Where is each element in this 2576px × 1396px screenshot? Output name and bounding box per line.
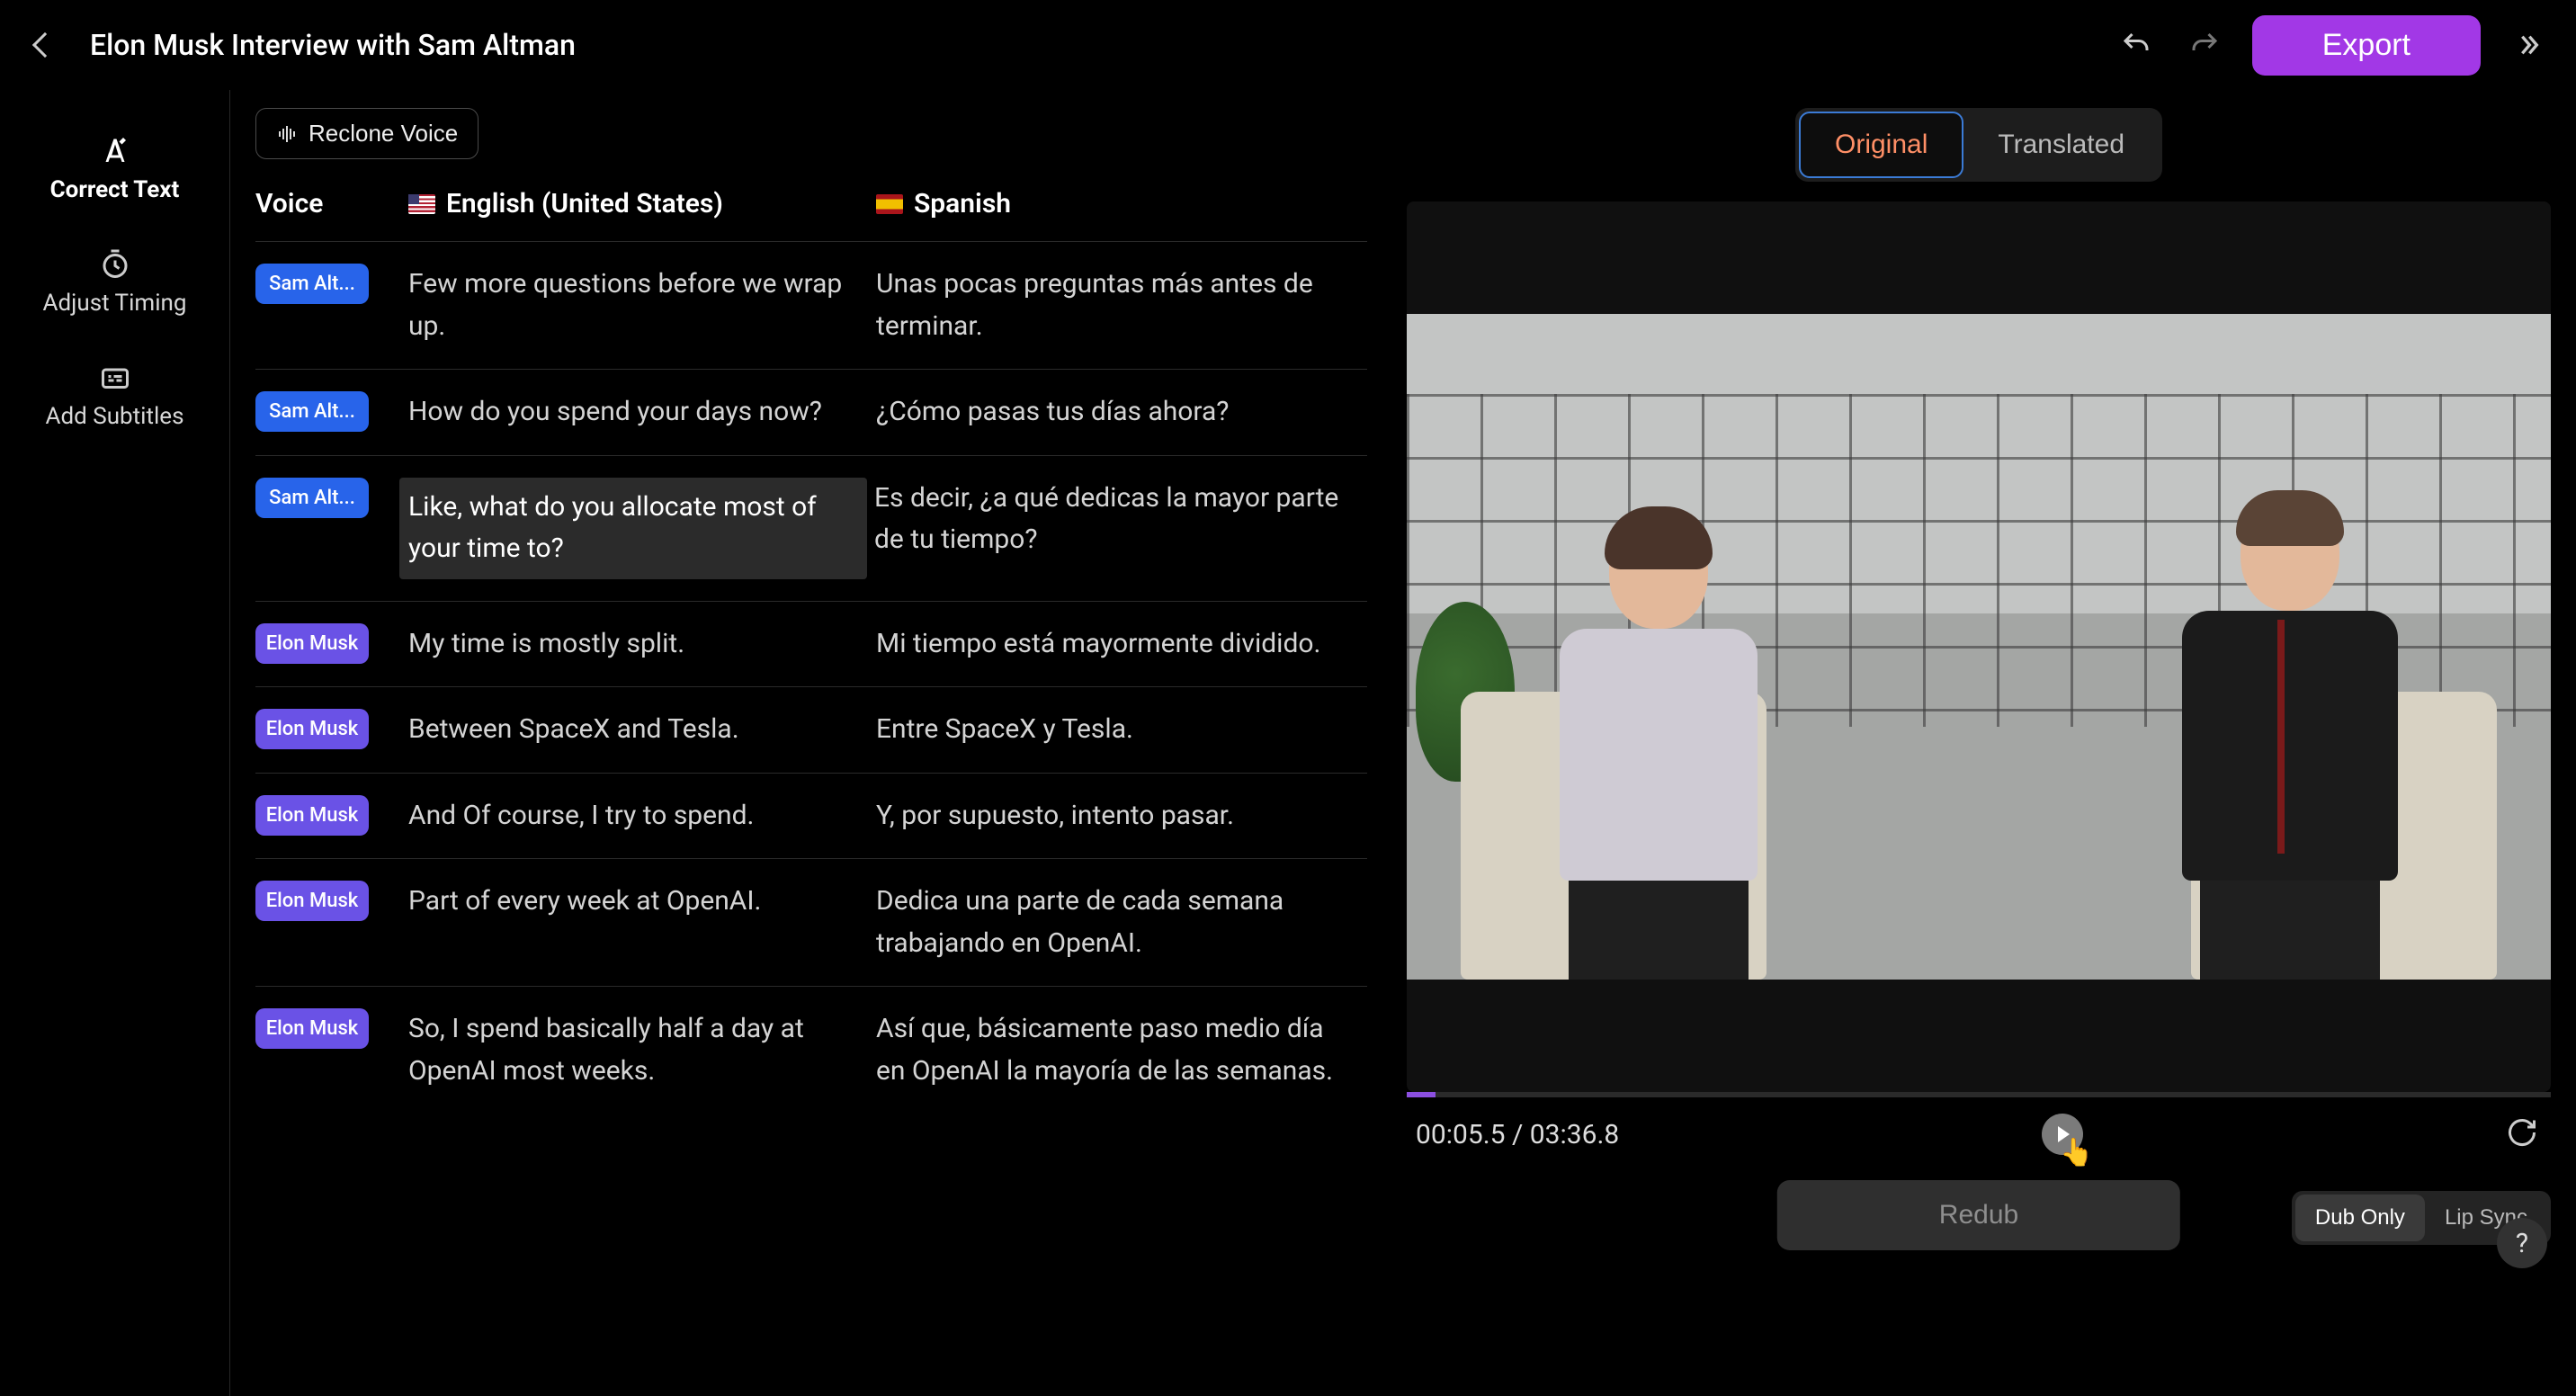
total-duration: 03:36.8 [1530, 1119, 1619, 1150]
source-text[interactable]: And Of course, I try to spend. [408, 795, 876, 837]
redo-icon [2188, 29, 2221, 61]
column-voice: Voice [255, 188, 408, 219]
tab-translated[interactable]: Translated [1963, 112, 2159, 178]
speaker-badge[interactable]: Elon Musk [255, 709, 369, 749]
transcript-row[interactable]: Sam Alt... How do you spend your days now… [255, 369, 1367, 455]
video-frame-content [1407, 314, 2551, 980]
time-separator: / [1512, 1119, 1530, 1150]
source-lang-label: English (United States) [446, 188, 723, 219]
source-text[interactable]: Between SpaceX and Tesla. [408, 709, 876, 751]
source-text[interactable]: Part of every week at OpenAI. [408, 881, 876, 923]
transcript-row[interactable]: Elon Musk Between SpaceX and Tesla.Entre … [255, 686, 1367, 773]
chevron-left-icon [32, 32, 58, 58]
video-player[interactable] [1407, 201, 2551, 1092]
speaker-badge[interactable]: Elon Musk [255, 623, 369, 664]
loop-button[interactable] [2506, 1116, 2542, 1152]
source-text[interactable]: My time is mostly split. [408, 623, 876, 666]
text-edit-icon [97, 133, 133, 169]
target-text[interactable]: Entre SpaceX y Tesla. [876, 709, 1367, 751]
target-lang-label: Spanish [914, 188, 1011, 219]
waveform-icon [276, 123, 298, 145]
transcript-header: Voice English (United States) Spanish [255, 175, 1382, 241]
back-button[interactable] [27, 27, 63, 63]
subtitles-icon [97, 360, 133, 396]
play-button[interactable] [2042, 1114, 2083, 1155]
transcript-row[interactable]: Elon Musk My time is mostly split.Mi tiem… [255, 601, 1367, 687]
time-display: 00:05.5 / 03:36.8 [1416, 1119, 1619, 1150]
export-button[interactable]: Export [2252, 15, 2481, 76]
redub-button[interactable]: Redub [1777, 1180, 2180, 1250]
target-text[interactable]: Unas pocas preguntas más antes de termin… [876, 264, 1367, 347]
progress-bar[interactable] [1407, 1092, 2551, 1097]
project-title: Elon Musk Interview with Sam Altman [90, 28, 576, 62]
reclone-label: Reclone Voice [309, 120, 458, 148]
source-text[interactable]: Few more questions before we wrap up. [408, 264, 876, 347]
sidebar-label: Correct Text [50, 176, 180, 203]
preview-tabs: Original Translated [1795, 108, 2162, 182]
transcript-panel: Reclone Voice Voice English (United Stat… [230, 90, 1382, 1396]
target-text[interactable]: Dedica una parte de cada semana trabajan… [876, 881, 1367, 964]
flag-us-icon [408, 194, 435, 214]
player-controls: 00:05.5 / 03:36.8 👆 [1407, 1097, 2551, 1171]
undo-icon [2120, 29, 2152, 61]
sidebar-label: Adjust Timing [43, 290, 187, 317]
source-text[interactable]: How do you spend your days now? [408, 391, 876, 434]
speaker-badge[interactable]: Elon Musk [255, 795, 369, 836]
mode-dub-only[interactable]: Dub Only [2295, 1195, 2425, 1241]
current-time: 00:05.5 [1416, 1119, 1505, 1150]
flag-es-icon [876, 194, 903, 214]
transcript-row[interactable]: Sam Alt... Few more questions before we w… [255, 241, 1367, 369]
source-text[interactable]: So, I spend basically half a day at Open… [408, 1008, 876, 1092]
sidebar-item-add-subtitles[interactable]: Add Subtitles [0, 338, 229, 452]
double-chevron-right-icon [2514, 31, 2543, 59]
speaker-badge[interactable]: Sam Alt... [255, 264, 369, 304]
loop-icon [2506, 1116, 2538, 1149]
target-text[interactable]: Así que, básicamente paso medio día en O… [876, 1008, 1367, 1092]
speaker-badge[interactable]: Sam Alt... [255, 391, 369, 432]
transcript-row[interactable]: Elon Musk And Of course, I try to spend.Y… [255, 773, 1367, 859]
undo-button[interactable] [2115, 24, 2157, 66]
transcript-row[interactable]: Elon Musk So, I spend basically half a da… [255, 986, 1367, 1114]
redo-button[interactable] [2184, 24, 2225, 66]
target-text[interactable]: Es decir, ¿a qué dedicas la mayor parte … [874, 478, 1367, 561]
transcript-row[interactable]: Elon Musk Part of every week at OpenAI.De… [255, 858, 1367, 986]
column-target: Spanish [876, 188, 1382, 219]
help-button[interactable]: ? [2497, 1218, 2547, 1268]
top-bar: Elon Musk Interview with Sam Altman Expo… [0, 0, 2576, 90]
sidebar-item-adjust-timing[interactable]: Adjust Timing [0, 225, 229, 338]
sidebar-label: Add Subtitles [46, 403, 184, 430]
target-text[interactable]: Y, por supuesto, intento pasar. [876, 795, 1367, 837]
target-text[interactable]: ¿Cómo pasas tus días ahora? [876, 391, 1367, 434]
sidebar-item-correct-text[interactable]: Correct Text [0, 112, 229, 225]
transcript-row[interactable]: Sam Alt... Like, what do you allocate mos… [255, 455, 1367, 601]
transcript-list[interactable]: Sam Alt... Few more questions before we w… [255, 241, 1382, 1396]
speaker-badge[interactable]: Sam Alt... [255, 478, 369, 518]
progress-fill [1407, 1092, 1436, 1097]
speaker-badge[interactable]: Elon Musk [255, 881, 369, 921]
reclone-voice-button[interactable]: Reclone Voice [255, 108, 479, 159]
target-text[interactable]: Mi tiempo está mayormente dividido. [876, 623, 1367, 666]
clock-icon [97, 246, 133, 282]
left-sidebar: Correct Text Adjust Timing Add Subtitles [0, 90, 230, 1396]
tab-original[interactable]: Original [1799, 112, 1963, 178]
expand-button[interactable] [2508, 24, 2549, 66]
column-source: English (United States) [408, 188, 876, 219]
source-text[interactable]: Like, what do you allocate most of your … [399, 478, 867, 579]
speaker-badge[interactable]: Elon Musk [255, 1008, 369, 1049]
preview-panel: Original Translated [1382, 90, 2576, 1396]
